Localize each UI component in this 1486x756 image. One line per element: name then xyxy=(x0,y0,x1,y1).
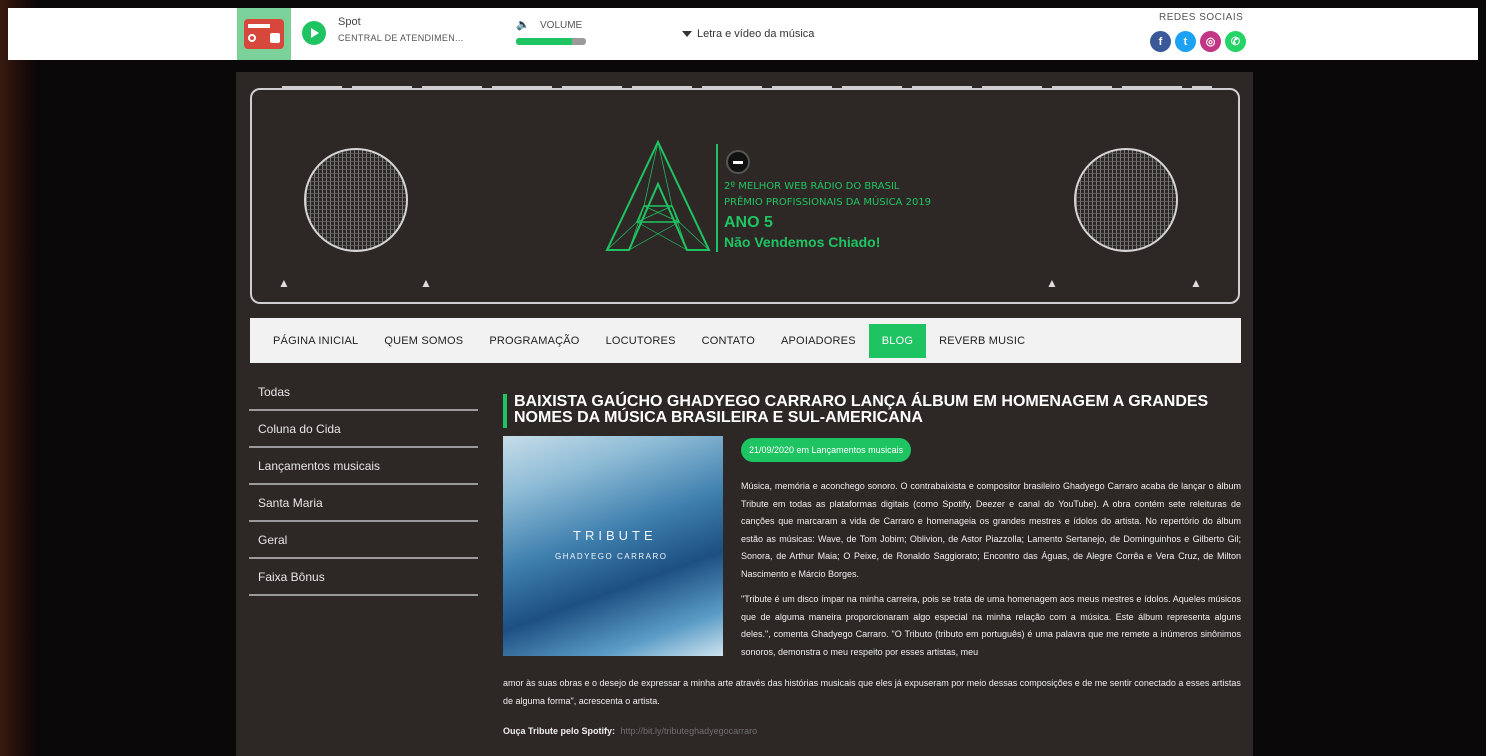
award-badge-icon xyxy=(726,150,750,174)
instagram-icon[interactable]: ◎ xyxy=(1200,31,1221,52)
radio-icon xyxy=(244,19,284,49)
social-label: REDES SOCIAIS xyxy=(1159,12,1244,23)
speaker-left-icon xyxy=(304,148,408,252)
main-nav: PÁGINA INICIAL QUEM SOMOS PROGRAMAÇÃO LOCUT… xyxy=(250,318,1241,363)
volume-icon[interactable]: 🔈 xyxy=(516,18,530,31)
caret-down-icon xyxy=(682,31,692,38)
slogan-text: Não Vendemos Chiado! xyxy=(724,234,881,250)
award-line-1: 2º MELHOR WEB RÁDIO DO BRASIL xyxy=(724,181,900,192)
post-paragraph: Música, memória e aconchego sonoro. O co… xyxy=(741,481,1241,579)
listen-label: Ouça Tribute pelo Spotify: xyxy=(503,726,616,736)
album-cover-artist: GHADYEGO CARRARO xyxy=(555,552,668,561)
anniversary-text: ANO 5 xyxy=(724,214,773,231)
album-cover-title: TRIBUTE xyxy=(573,528,657,543)
sidebar-item[interactable]: Santa Maria xyxy=(249,487,478,522)
site-logo-icon xyxy=(605,139,711,251)
post-title: BAIXISTA GAÚCHO GHADYEGO CARRARO LANÇA Á… xyxy=(503,394,1241,428)
background-image-left xyxy=(0,0,40,756)
post-paragraph: "Tribute é um disco ímpar na minha carre… xyxy=(741,594,1241,657)
spotify-link[interactable]: http://bit.ly/tributeghadyegocarraro xyxy=(621,726,758,736)
twitter-icon[interactable]: t xyxy=(1175,31,1196,52)
sidebar-item[interactable]: Coluna do Cida xyxy=(249,413,478,448)
main-panel: ▲ ▲ ▲ ▲ 2º MELHOR WEB RÁDIO DO BRASIL PR… xyxy=(236,72,1253,756)
post-paragraph-continued: amor às suas obras e o desejo de express… xyxy=(503,678,1241,706)
volume-label: VOLUME xyxy=(540,20,583,31)
banner-decoration xyxy=(282,86,1212,88)
background-image-right xyxy=(1476,0,1486,756)
bug-icon: ▲ xyxy=(420,276,432,290)
nav-item-locutores[interactable]: LOCUTORES xyxy=(593,324,689,358)
now-playing-label: Spot xyxy=(338,16,361,28)
play-button[interactable] xyxy=(302,21,326,45)
now-playing-title: CENTRAL DE ATENDIMEN... xyxy=(338,33,464,43)
bug-icon: ▲ xyxy=(278,276,290,290)
lyrics-toggle[interactable]: Letra e vídeo da música xyxy=(682,28,814,40)
sidebar-item[interactable]: Faixa Bônus xyxy=(249,561,478,596)
logo-divider xyxy=(716,144,718,252)
bug-icon: ▲ xyxy=(1190,276,1202,290)
bug-icon: ▲ xyxy=(1046,276,1058,290)
award-line-2: PRÊMIO PROFISSIONAIS DA MÚSICA 2019 xyxy=(724,197,932,208)
category-sidebar: Todas Coluna do Cida Lançamentos musicais S… xyxy=(249,376,478,598)
sidebar-item[interactable]: Todas xyxy=(249,376,478,411)
player-bar: Spot CENTRAL DE ATENDIMEN... 🔈 VOLUME Le… xyxy=(8,8,1478,60)
post-body: Música, memória e aconchego sonoro. O co… xyxy=(741,478,1241,669)
nav-item-apoiadores[interactable]: APOIADORES xyxy=(768,324,869,358)
whatsapp-icon[interactable]: ✆ xyxy=(1225,31,1246,52)
blog-post: BAIXISTA GAÚCHO GHADYEGO CARRARO LANÇA Á… xyxy=(503,394,1241,736)
nav-item-p-gina-inicial[interactable]: PÁGINA INICIAL xyxy=(260,324,371,358)
album-cover-image: TRIBUTE GHADYEGO CARRARO xyxy=(503,436,723,656)
post-date-badge[interactable]: 21/09/2020 em Lançamentos musicais xyxy=(741,438,912,462)
speaker-right-icon xyxy=(1074,148,1178,252)
nav-item-quem-somos[interactable]: QUEM SOMOS xyxy=(371,324,476,358)
nav-item-programa-o[interactable]: PROGRAMAÇÃO xyxy=(476,324,592,358)
volume-slider[interactable] xyxy=(516,38,586,45)
facebook-icon[interactable]: f xyxy=(1150,31,1171,52)
header-banner: ▲ ▲ ▲ ▲ 2º MELHOR WEB RÁDIO DO BRASIL PR… xyxy=(250,86,1240,304)
lyrics-label: Letra e vídeo da música xyxy=(697,28,815,40)
nav-item-contato[interactable]: CONTATO xyxy=(689,324,768,358)
listen-line: Ouça Tribute pelo Spotify: http://bit.ly… xyxy=(503,726,757,736)
nav-item-reverb-music[interactable]: REVERB MUSIC xyxy=(926,324,1038,358)
nav-item-blog[interactable]: BLOG xyxy=(868,323,927,358)
social-icons: f t ◎ ✆ xyxy=(1150,31,1246,52)
sidebar-item[interactable]: Geral xyxy=(249,524,478,559)
sidebar-item[interactable]: Lançamentos musicais xyxy=(249,450,478,485)
volume-slider-fill xyxy=(516,38,572,45)
station-logo xyxy=(237,8,291,60)
